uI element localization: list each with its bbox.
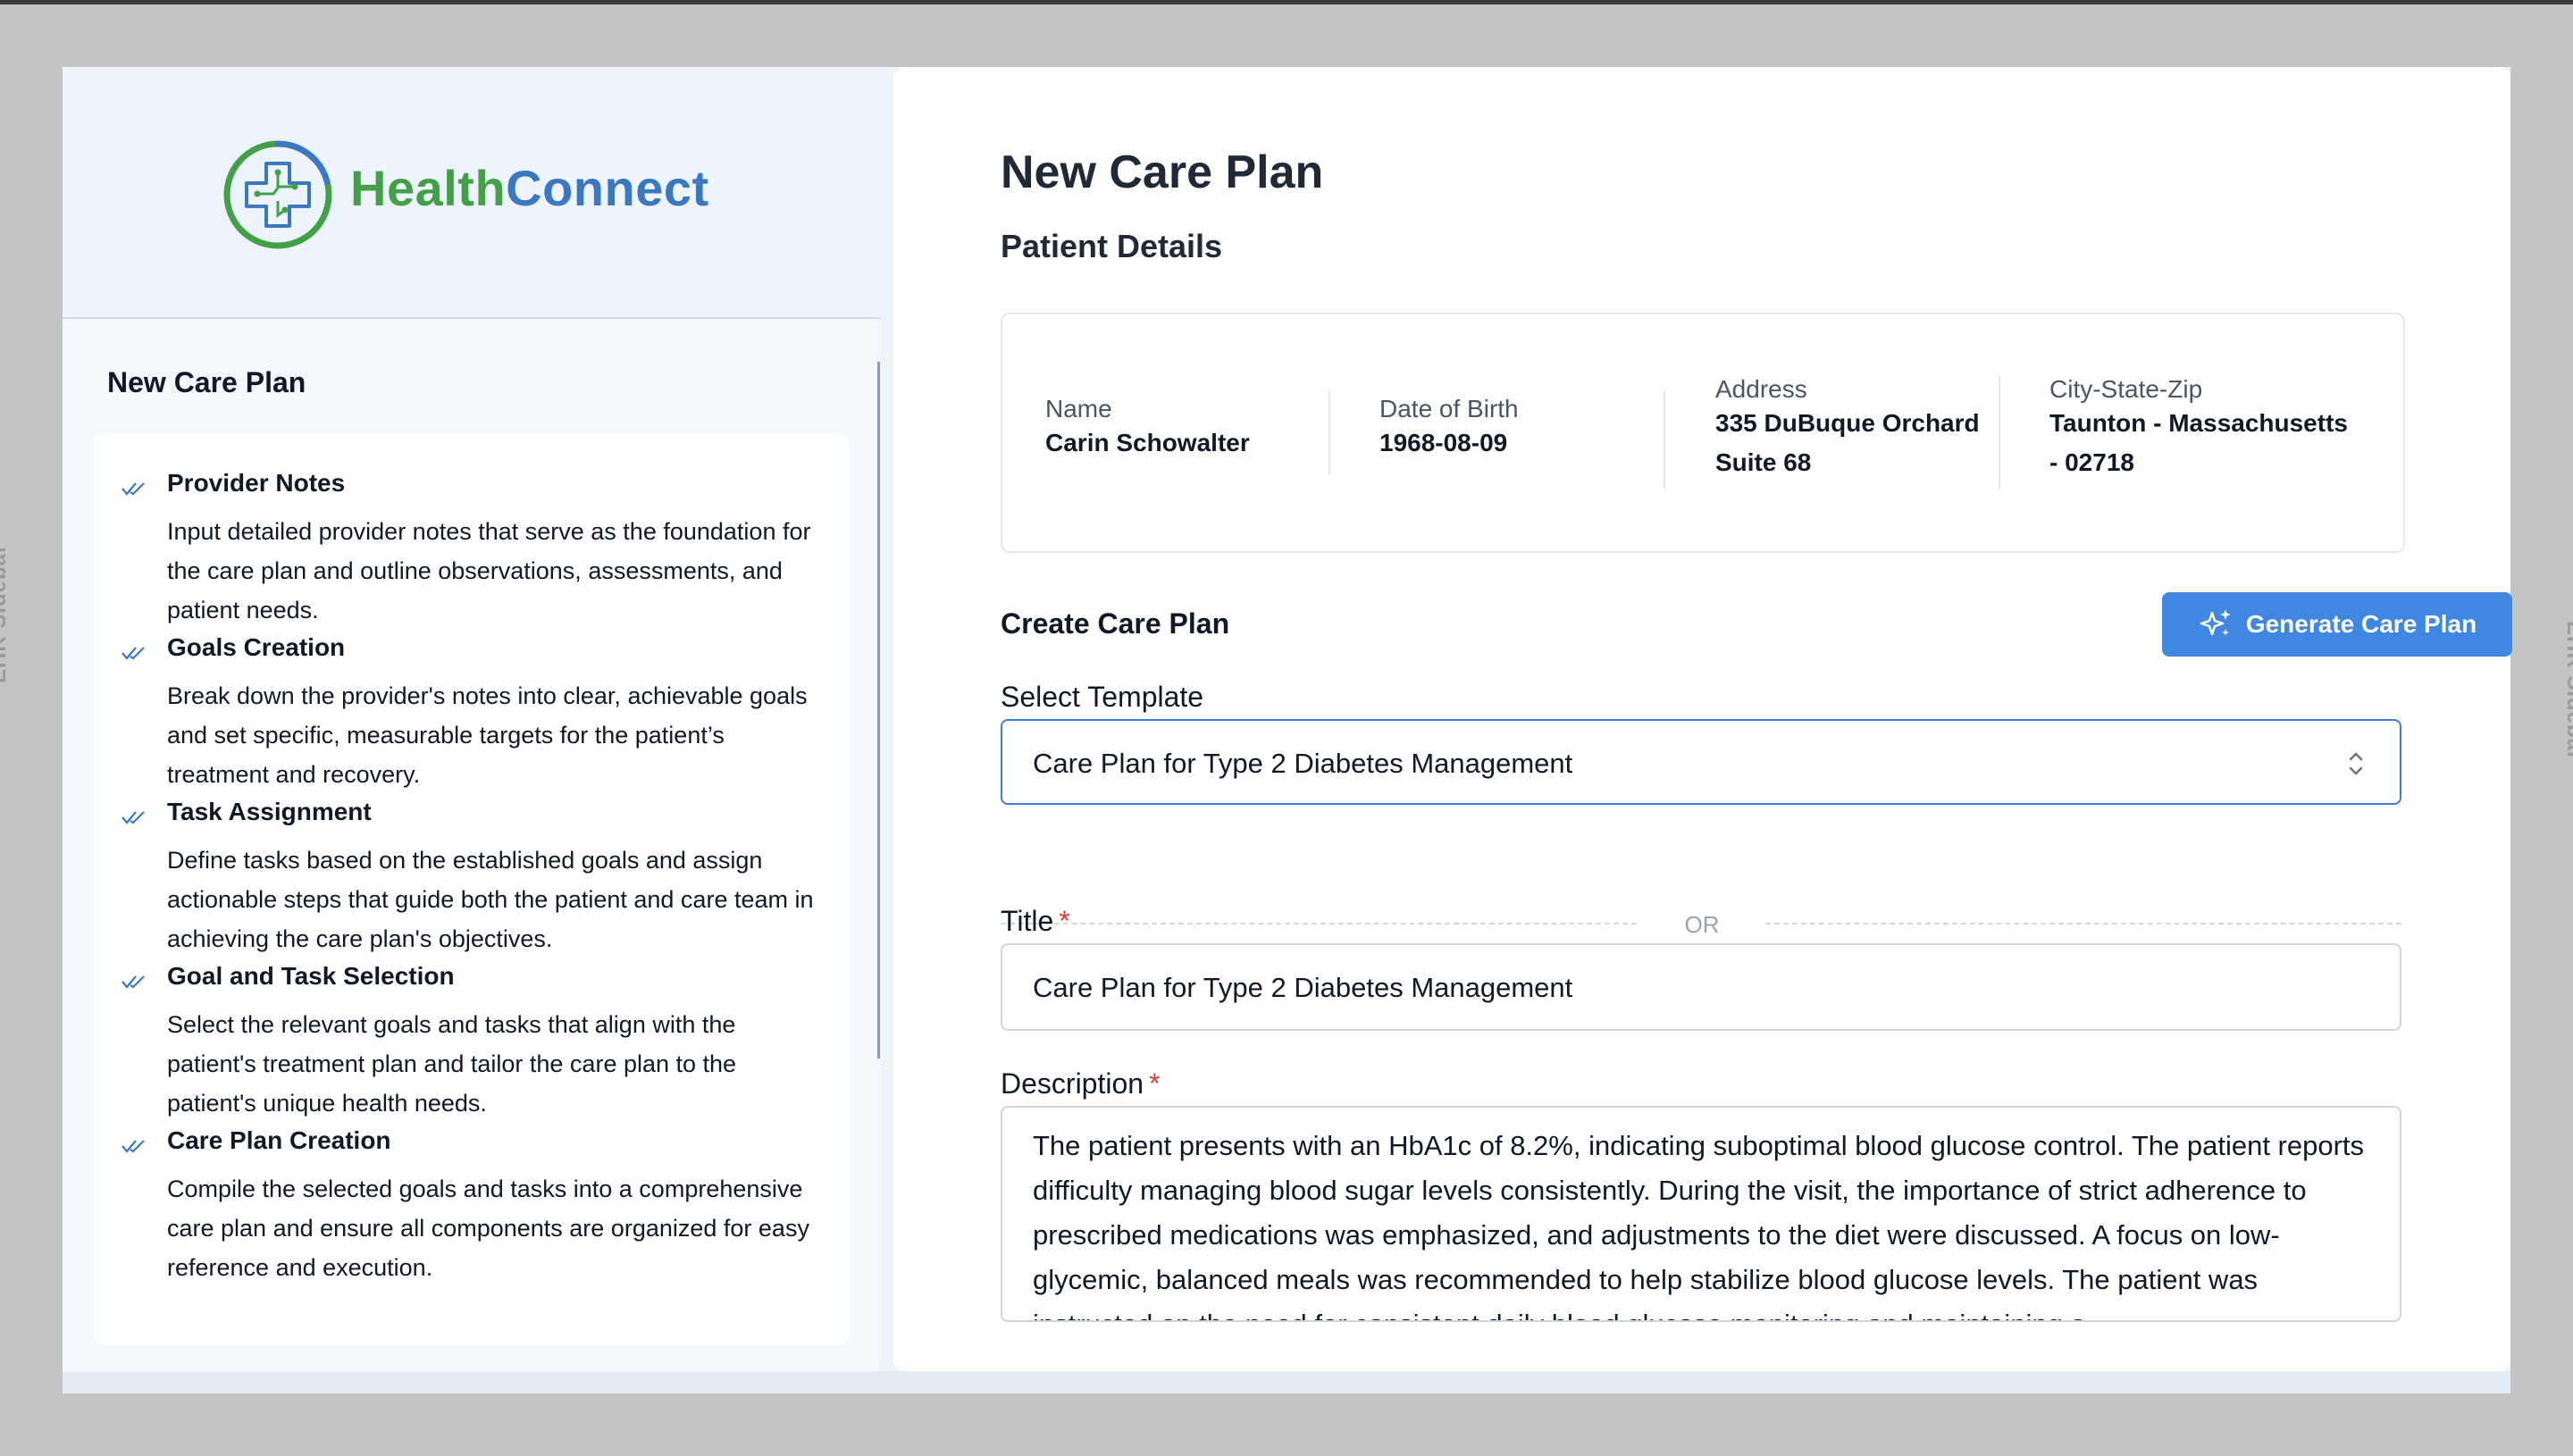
- patient-dob-value: 1968-08-09: [1379, 429, 1508, 456]
- patient-name-value: Carin Schowalter: [1045, 429, 1250, 456]
- select-template-label: Select Template: [1001, 681, 1204, 713]
- step-title: Task Assignment: [167, 798, 372, 825]
- template-select-value: Care Plan for Type 2 Diabetes Management: [1033, 748, 1573, 779]
- step-title: Care Plan Creation: [167, 1126, 391, 1154]
- or-text: OR: [1684, 911, 1720, 938]
- or-separator: OR: [1001, 911, 2401, 938]
- description-textarea[interactable]: The patient presents with an HbA1c of 8.…: [1001, 1106, 2401, 1322]
- check-icon: [122, 811, 145, 824]
- patient-name-label: Name: [1045, 395, 1112, 423]
- page-title: New Care Plan: [1001, 146, 1324, 198]
- step-title: Provider Notes: [167, 469, 346, 497]
- check-icon: [122, 975, 145, 989]
- step-description: Break down the provider's notes into cle…: [167, 682, 808, 788]
- left-ehr-sidebar-label: EHR Sidebar: [0, 543, 11, 683]
- divider: [1664, 390, 1665, 489]
- patient-csz-label: City-State-Zip: [2049, 375, 2203, 403]
- title-input[interactable]: Care Plan for Type 2 Diabetes Management: [1001, 943, 2401, 1031]
- divider: [1999, 375, 2000, 490]
- step-description: Compile the selected goals and tasks int…: [167, 1176, 809, 1281]
- window-top-bar: [0, 0, 2573, 4]
- divider: [1328, 390, 1330, 476]
- separator-line: [1765, 923, 2401, 925]
- patient-csz-line2: - 02718: [2049, 448, 2134, 476]
- brand-name-part1: Health: [350, 160, 507, 216]
- required-marker: *: [1059, 905, 1070, 937]
- title-label-text: Title: [1001, 905, 1054, 937]
- description-label-text: Description: [1001, 1067, 1144, 1100]
- create-care-plan-title: Create Care Plan: [1001, 607, 1230, 640]
- sidebar-title: New Care Plan: [107, 366, 306, 398]
- logo-header: HealthConnect: [63, 67, 880, 319]
- patient-csz-line1: Taunton - Massachusetts: [2049, 409, 2348, 437]
- step-description: Select the relevant goals and tasks that…: [167, 1011, 737, 1117]
- care-plan-app: HealthConnect New Care Plan Provider Not…: [63, 67, 2512, 1393]
- patient-address-field: Address 335 DuBuque Orchard Suite 68: [1715, 375, 1980, 482]
- patient-dob-field: Date of Birth 1968-08-09: [1379, 395, 1519, 463]
- patient-details-card: Name Carin Schowalter Date of Birth 1968…: [1001, 313, 2405, 553]
- brand-name: HealthConnect: [350, 159, 709, 217]
- check-icon: [122, 1140, 145, 1153]
- patient-dob-label: Date of Birth: [1379, 395, 1519, 423]
- separator-line: [1001, 923, 1637, 925]
- check-icon: [122, 647, 145, 660]
- check-icon: [122, 482, 145, 496]
- step-description: Define tasks based on the established go…: [167, 847, 814, 952]
- title-input-value: Care Plan for Type 2 Diabetes Management: [1033, 972, 1573, 1003]
- patient-name-field: Name Carin Schowalter: [1045, 395, 1250, 463]
- patient-address-line1: 335 DuBuque Orchard: [1715, 409, 1980, 437]
- description-label: Description *: [1001, 1067, 1161, 1100]
- step-title: Goals Creation: [167, 633, 346, 661]
- brand-name-part2: Connect: [506, 160, 709, 216]
- care-plan-form-panel: New Care Plan Patient Details Name Carin…: [893, 67, 2512, 1371]
- steps-list: Provider Notes Input detailed provider n…: [94, 433, 849, 1344]
- generate-care-plan-button[interactable]: Generate Care Plan: [2162, 592, 2512, 657]
- step-title: Goal and Task Selection: [167, 962, 455, 990]
- app-footer-strip: [63, 1371, 2510, 1393]
- patient-address-line2: Suite 68: [1715, 448, 1812, 476]
- patient-details-title: Patient Details: [1001, 228, 1223, 264]
- required-marker: *: [1149, 1067, 1161, 1100]
- title-label: Title *: [1001, 905, 1070, 938]
- chevron-up-down-icon: [2349, 752, 2363, 775]
- patient-city-state-zip-field: City-State-Zip Taunton - Massachusetts -…: [2049, 375, 2348, 482]
- sidebar-scrollbar[interactable]: [877, 362, 880, 1059]
- healthconnect-logo-icon: [223, 140, 332, 249]
- steps-sidebar: HealthConnect New Care Plan Provider Not…: [63, 67, 880, 1371]
- patient-address-label: Address: [1715, 375, 1807, 403]
- generate-care-plan-label: Generate Care Plan: [2245, 610, 2477, 638]
- template-select[interactable]: Care Plan for Type 2 Diabetes Management: [1001, 719, 2401, 805]
- step-description: Input detailed provider notes that serve…: [167, 518, 811, 623]
- sparkles-icon: [2200, 609, 2231, 636]
- description-textarea-value: The patient presents with an HbA1c of 8.…: [1033, 1130, 2365, 1320]
- right-ehr-sidebar-label: EHR Sidebar: [2562, 621, 2573, 761]
